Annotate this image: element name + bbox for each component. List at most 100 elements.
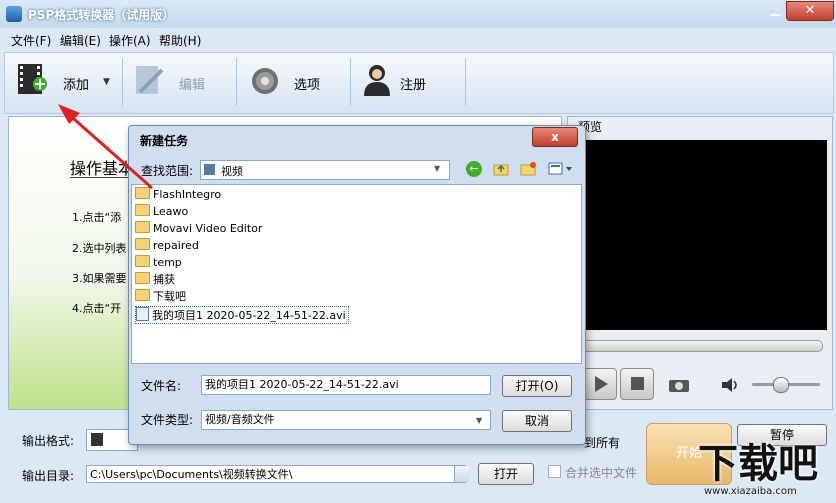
toolbar-separator xyxy=(122,58,123,106)
preview-screen xyxy=(581,140,827,330)
filename-input[interactable]: 我的项目1 2020-05-22_14-51-22.avi xyxy=(201,375,491,395)
user-icon xyxy=(364,65,390,96)
options-button[interactable]: 选项 xyxy=(242,52,342,110)
toolbar-separator xyxy=(465,58,466,106)
window-title: PSP格式转换器（试用版） xyxy=(28,8,175,22)
register-label: 注册 xyxy=(400,78,427,93)
folder-icon xyxy=(135,289,150,301)
menu-edit[interactable]: 编辑(E) xyxy=(60,32,101,49)
back-button[interactable]: ← xyxy=(466,161,482,177)
list-item[interactable]: repaired xyxy=(135,238,199,254)
seek-bar[interactable] xyxy=(581,340,823,352)
back-arrow-icon: ← xyxy=(469,162,479,175)
add-film-icon xyxy=(18,64,47,94)
title-underline xyxy=(70,177,130,178)
list-item[interactable]: Movavi Video Editor xyxy=(135,221,262,237)
close-window-button[interactable]: ✕ xyxy=(786,1,834,21)
play-button[interactable] xyxy=(583,368,617,400)
list-item-selected[interactable]: 我的项目1 2020-05-22_14-51-22.avi xyxy=(135,306,349,324)
edit-label: 编辑 xyxy=(179,78,206,93)
list-item[interactable]: 捕获 xyxy=(135,272,175,288)
add-label: 添加 xyxy=(63,78,90,93)
instructions-title: 操作基本 xyxy=(70,159,135,178)
list-item[interactable]: FlashIntegro xyxy=(135,187,221,203)
speaker-icon xyxy=(722,378,737,392)
stop-button[interactable] xyxy=(620,368,654,400)
merge-checkbox[interactable] xyxy=(548,465,561,478)
lookin-select[interactable]: 视频 ▼ xyxy=(200,160,450,180)
volume-slider-thumb[interactable] xyxy=(773,377,789,393)
register-button[interactable]: 注册 xyxy=(356,52,456,110)
file-list[interactable] xyxy=(131,184,582,364)
file-name: temp xyxy=(153,256,182,269)
apply-all-label: 到所有 xyxy=(584,436,621,450)
menu-file[interactable]: 文件(F) xyxy=(11,32,51,49)
video-file-icon xyxy=(136,307,149,321)
view-list-icon xyxy=(548,162,572,175)
volume-button[interactable] xyxy=(720,377,740,396)
menu-help[interactable]: 帮助(H) xyxy=(159,32,201,49)
watermark-text: 下载吧 xyxy=(698,441,818,487)
camera-icon xyxy=(669,380,689,392)
filename-label: 文件名: xyxy=(141,379,182,393)
instruction-step: 4.点击“开 xyxy=(72,302,122,315)
cancel-button[interactable]: 取消 xyxy=(502,410,572,432)
file-name: Leawo xyxy=(153,205,189,218)
file-name: repaired xyxy=(153,239,199,252)
list-item[interactable]: 下载吧 xyxy=(135,289,186,305)
instruction-step: 2.选中列表 xyxy=(72,242,127,255)
new-folder-icon xyxy=(520,162,536,176)
up-folder-icon xyxy=(493,164,509,176)
open-file-button[interactable]: 打开(O) xyxy=(502,375,572,397)
file-name: Movavi Video Editor xyxy=(153,222,263,235)
filetype-select[interactable]: 视频/音频文件 ▼ xyxy=(201,410,491,430)
output-dir-label: 输出目录: xyxy=(22,469,75,483)
chevron-down-icon: ▼ xyxy=(476,416,483,425)
list-item[interactable]: temp xyxy=(135,255,182,271)
view-menu-button[interactable] xyxy=(548,162,574,179)
up-folder-button[interactable] xyxy=(493,162,509,179)
folder-icon xyxy=(135,187,150,199)
options-label: 选项 xyxy=(294,78,321,93)
list-item[interactable]: Leawo xyxy=(135,204,188,220)
watermark-url: www.xiazaiba.com xyxy=(704,486,797,497)
minimize-button[interactable]: ▁ xyxy=(764,1,786,19)
edit-button[interactable]: 编辑 xyxy=(128,52,228,110)
output-format-label: 输出格式: xyxy=(22,434,75,448)
file-name: 我的项目1 2020-05-22_14-51-22.avi xyxy=(152,309,346,322)
chevron-down-icon: ▼ xyxy=(434,164,441,173)
file-name: FlashIntegro xyxy=(153,188,222,201)
lookin-value: 视频 xyxy=(221,165,243,178)
play-icon xyxy=(595,376,608,392)
file-name: 下载吧 xyxy=(153,290,186,303)
dialog-close-button[interactable]: x xyxy=(532,127,578,147)
watermark-logo: 下载吧 www.xiazaiba.com xyxy=(698,442,834,502)
lookin-label: 查找范围: xyxy=(141,164,194,178)
open-dir-button[interactable]: 打开 xyxy=(478,463,534,485)
snapshot-button[interactable] xyxy=(668,377,690,396)
folder-icon xyxy=(135,238,150,250)
output-dir-input[interactable]: C:\Users\pc\Documents\视频转换文件\ xyxy=(86,465,466,483)
gear-icon xyxy=(252,68,278,94)
folder-icon xyxy=(135,255,150,267)
instruction-step: 1.点击“添 xyxy=(72,211,122,224)
app-icon xyxy=(6,6,22,22)
stop-icon xyxy=(631,377,644,390)
merge-label: 合并选中文件 xyxy=(565,466,638,480)
toolbar-separator xyxy=(350,58,351,106)
dialog-title: 新建任务 xyxy=(140,134,189,148)
instruction-step: 3.如果需要 xyxy=(72,272,127,285)
filetype-value: 视频/音频文件 xyxy=(205,413,275,426)
file-name: 捕获 xyxy=(153,273,175,286)
output-dir-dropdown[interactable] xyxy=(454,466,469,482)
edit-icon xyxy=(136,66,164,94)
folder-icon xyxy=(135,272,150,284)
filetype-label: 文件类型: xyxy=(141,413,194,427)
new-folder-button[interactable] xyxy=(520,162,536,179)
menu-operation[interactable]: 操作(A) xyxy=(109,32,151,49)
film-icon xyxy=(91,433,103,446)
toolbar-separator xyxy=(236,58,237,106)
add-dropdown-arrow[interactable]: ▼ xyxy=(103,77,110,87)
video-folder-icon xyxy=(204,164,215,175)
folder-icon xyxy=(135,204,150,216)
